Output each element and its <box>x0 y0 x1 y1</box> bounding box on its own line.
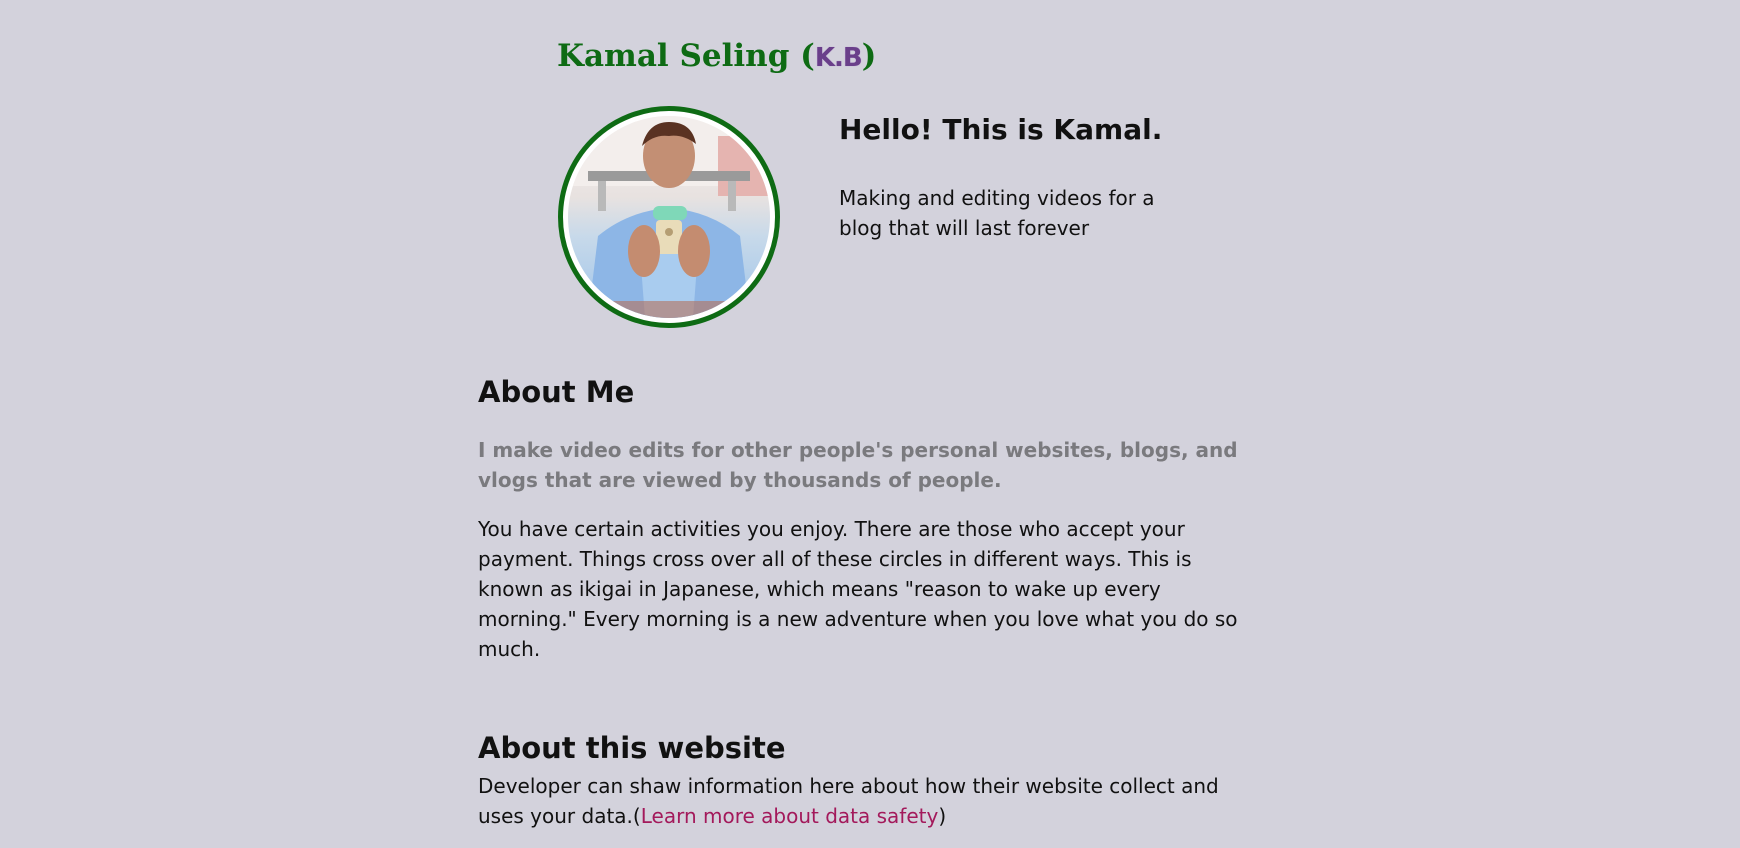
website-heading: About this website <box>478 731 786 765</box>
avatar-photo <box>568 116 770 318</box>
close-paren: ) <box>861 38 877 74</box>
hero-greeting: Hello! This is Kamal. <box>839 113 1163 146</box>
about-body: You have certain activities you enjoy. T… <box>478 517 1238 661</box>
logo-badge: K.B <box>814 43 863 73</box>
avatar-illustration <box>568 116 770 318</box>
about-lead: I make video edits for other people's pe… <box>478 438 1238 492</box>
avatar <box>558 106 780 328</box>
page: Kamal Seling (K.B) Hello! This is Kamal.… <box>0 0 1740 848</box>
open-paren: ( <box>800 38 815 74</box>
website-description: Developer can shaw information here abou… <box>478 771 1238 831</box>
about-heading: About Me <box>478 375 635 409</box>
data-safety-link[interactable]: Learn more about data safety <box>641 804 939 828</box>
site-name: Kamal Seling <box>557 38 790 74</box>
site-title: Kamal Seling (K.B) <box>557 34 876 80</box>
hero-tagline: Making and editing videos for a blog tha… <box>839 186 1155 240</box>
website-text-after: ) <box>938 804 947 828</box>
